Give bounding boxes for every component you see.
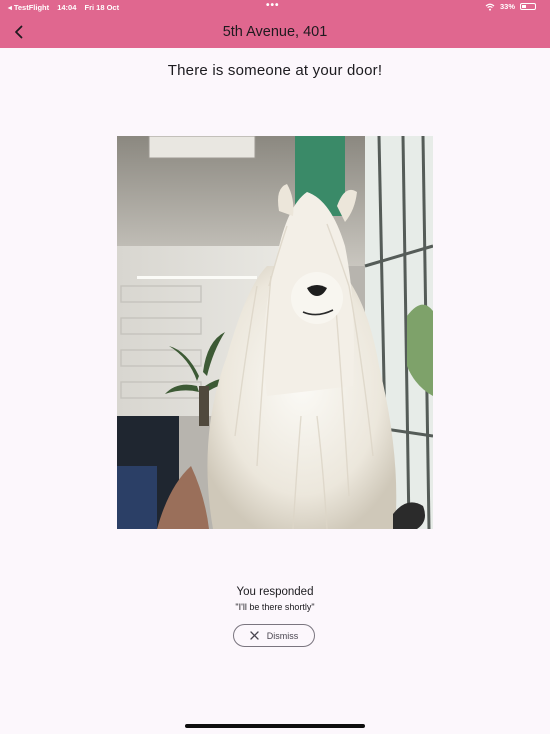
dismiss-button[interactable]: Dismiss <box>233 624 315 647</box>
multitasking-dots-icon[interactable]: ••• <box>266 1 280 11</box>
status-date: Fri 18 Oct <box>84 3 120 12</box>
close-icon <box>250 631 259 640</box>
doorbell-headline: There is someone at your door! <box>167 62 383 79</box>
app-bar: ◂ TestFlight 14:04 Fri 18 Oct ••• 33% 5t… <box>0 0 550 48</box>
battery-level <box>522 5 526 8</box>
snapshot-illustration <box>117 136 433 529</box>
response-message: "I'll be there shortly" <box>235 602 315 612</box>
status-bar: ◂ TestFlight 14:04 Fri 18 Oct ••• 33% <box>0 0 550 16</box>
home-indicator[interactable] <box>185 724 365 728</box>
battery-icon <box>520 3 536 10</box>
back-to-app-link[interactable]: ◂ TestFlight <box>8 3 49 12</box>
status-right: 33% <box>485 2 536 11</box>
status-time: 14:04 <box>57 3 77 12</box>
doorbell-snapshot-image <box>117 136 433 529</box>
status-left: ◂ TestFlight 14:04 Fri 18 Oct <box>8 3 125 12</box>
responded-label: You responded <box>236 586 314 598</box>
page-title: 5th Avenue, 401 <box>222 24 328 40</box>
dismiss-label: Dismiss <box>266 630 299 641</box>
battery-percentage: 33% <box>499 2 515 11</box>
wifi-icon <box>485 3 495 11</box>
